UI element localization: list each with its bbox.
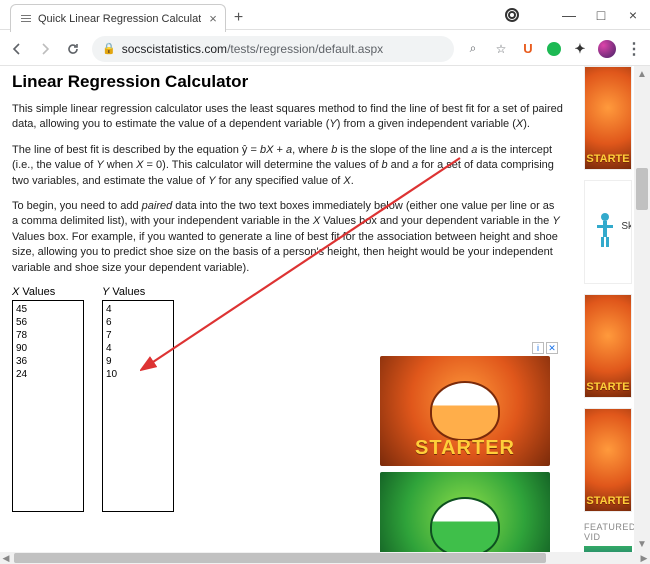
x-values-label: X Values xyxy=(12,286,84,298)
tab-strip: Quick Linear Regression Calculat × + xyxy=(10,4,243,32)
y-values-input[interactable] xyxy=(102,300,174,512)
extensions-area: U ✦ ⋮ xyxy=(520,40,642,58)
page-viewport: Linear Regression Calculator This simple… xyxy=(0,66,650,552)
page-title: Linear Regression Calculator xyxy=(12,72,563,92)
x-values-column: X Values xyxy=(12,286,84,512)
rail-ad-starter-1[interactable]: STARTE xyxy=(584,66,632,170)
browser-tab-active[interactable]: Quick Linear Regression Calculat × xyxy=(10,4,226,32)
extensions-puzzle-icon[interactable]: ✦ xyxy=(572,41,588,57)
account-circle-icon[interactable] xyxy=(505,8,519,22)
scroll-left-icon[interactable]: ◀ xyxy=(0,552,12,564)
url-input[interactable]: 🔒 socscistatistics.com/tests/regression/… xyxy=(92,36,454,62)
window-close-button[interactable]: × xyxy=(626,8,640,22)
ad-column: i ✕ STARTER CREATOR xyxy=(380,356,560,552)
horizontal-scrollbar[interactable]: ◀ ▶ xyxy=(0,552,650,564)
window-maximize-button[interactable]: □ xyxy=(594,8,608,22)
extension-green-icon[interactable] xyxy=(546,41,562,57)
ad-close-icon[interactable]: ✕ xyxy=(546,342,558,354)
address-bar: 🔒 socscistatistics.com/tests/regression/… xyxy=(0,32,650,66)
ad-info-icon[interactable]: i xyxy=(532,342,544,354)
tab-favicon-icon xyxy=(19,12,33,26)
bookmark-star-icon[interactable]: ☆ xyxy=(492,40,510,58)
lock-icon: 🔒 xyxy=(102,42,116,55)
nav-back-button[interactable] xyxy=(8,40,26,58)
ad-starter-label: STARTER xyxy=(380,437,550,460)
intro-paragraph-1: This simple linear regression calculator… xyxy=(12,102,563,133)
scroll-down-icon[interactable]: ▼ xyxy=(634,536,650,552)
rail-ad-figure[interactable]: Sk xyxy=(584,180,632,284)
nav-forward-button[interactable] xyxy=(36,40,54,58)
y-values-label: Y Values xyxy=(102,286,174,298)
right-rail: STARTE Sk STARTE STARTE FEATURED VID CDC… xyxy=(584,66,632,552)
ad-controls: i ✕ xyxy=(532,342,558,354)
rail-ad-starter-3[interactable]: STARTE xyxy=(584,408,632,512)
rail-ad-starter-2[interactable]: STARTE xyxy=(584,294,632,398)
tab-title: Quick Linear Regression Calculat xyxy=(38,13,201,25)
intro-paragraph-2: The line of best fit is described by the… xyxy=(12,143,563,189)
omnibox-search-icon[interactable]: ⌕ xyxy=(464,40,482,58)
rail-ad-sk-label: Sk xyxy=(621,221,632,232)
y-values-column: Y Values xyxy=(102,286,174,512)
tab-close-icon[interactable]: × xyxy=(209,11,217,26)
url-text: socscistatistics.com/tests/regression/de… xyxy=(122,42,383,56)
horizontal-scroll-thumb[interactable] xyxy=(14,553,546,563)
scroll-up-icon[interactable]: ▲ xyxy=(634,66,650,82)
extension-u-icon[interactable]: U xyxy=(520,41,536,57)
vertical-scroll-thumb[interactable] xyxy=(636,168,648,210)
featured-video-heading: FEATURED VID xyxy=(584,522,632,542)
ad-creator-mascot[interactable]: CREATOR xyxy=(380,472,550,552)
window-minimize-button[interactable]: — xyxy=(562,8,576,22)
x-values-input[interactable] xyxy=(12,300,84,512)
scroll-right-icon[interactable]: ▶ xyxy=(638,552,650,564)
chrome-menu-button[interactable]: ⋮ xyxy=(626,41,642,57)
intro-paragraph-3: To begin, you need to add paired data in… xyxy=(12,199,563,276)
profile-avatar[interactable] xyxy=(598,40,616,58)
ad-starter-mascot[interactable]: STARTER xyxy=(380,356,550,466)
nav-reload-button[interactable] xyxy=(64,40,82,58)
vertical-scrollbar[interactable]: ▲ ▼ xyxy=(634,66,650,552)
new-tab-button[interactable]: + xyxy=(234,9,243,27)
